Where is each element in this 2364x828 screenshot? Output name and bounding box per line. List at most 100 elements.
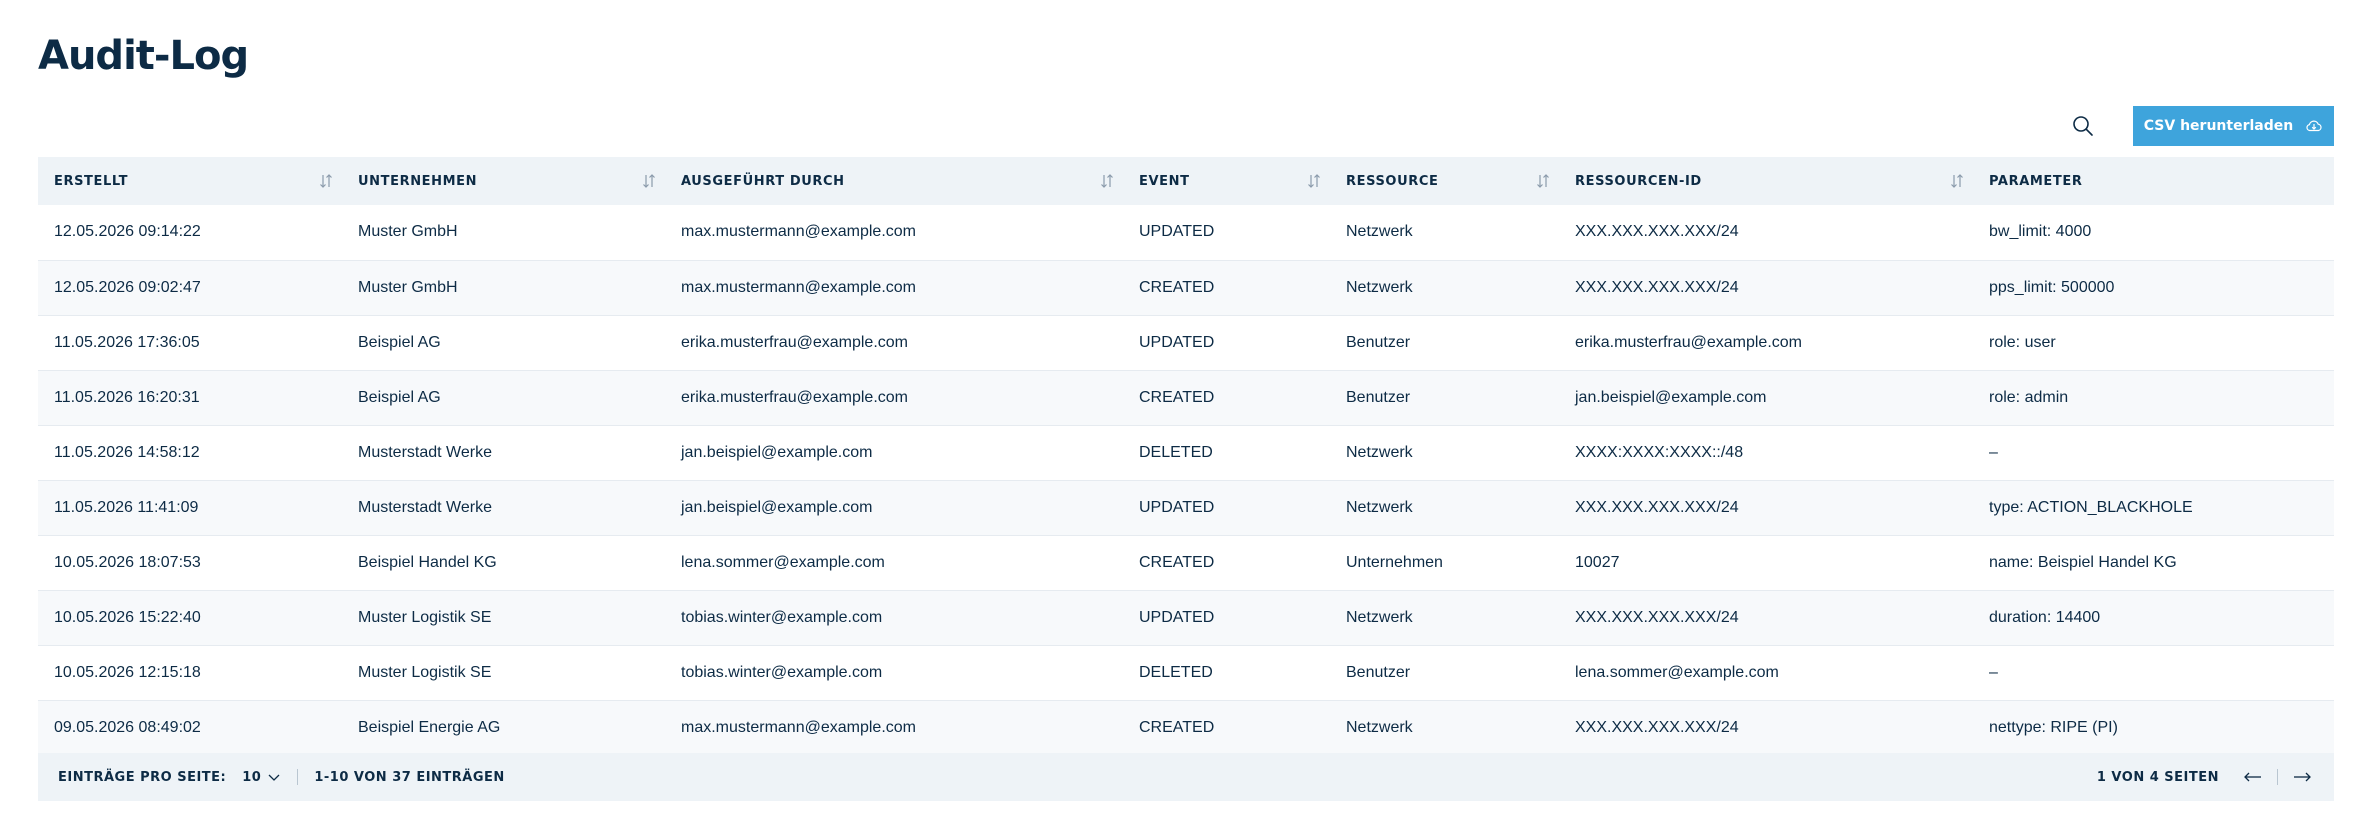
table-row: 10.05.2026 18:07:53 Beispiel Handel KG len… <box>38 535 2334 590</box>
table-row: 11.05.2026 16:20:31 Beispiel AG erika.must… <box>38 370 2334 425</box>
column-header-event[interactable]: EVENT <box>1123 157 1330 205</box>
table-row: 12.05.2026 09:02:47 Muster GmbH max.muster… <box>38 260 2334 315</box>
column-header-label: RESSOURCE <box>1346 173 1439 189</box>
csv-download-label: CSV herunterladen <box>2143 118 2294 134</box>
divider <box>297 769 299 785</box>
per-page-label: EINTRÄGE PRO SEITE: <box>58 769 227 785</box>
cell-created: 11.05.2026 14:58:12 <box>54 443 200 461</box>
cell-company: Beispiel AG <box>358 388 441 406</box>
table-row: 11.05.2026 17:36:05 Beispiel AG erika.must… <box>38 315 2334 370</box>
table-row: 09.05.2026 08:49:02 Beispiel Energie AG ma… <box>38 700 2334 755</box>
column-header-label: UNTERNEHMEN <box>358 173 478 189</box>
csv-download-button[interactable]: CSV herunterladen <box>2133 106 2334 146</box>
cell-event: UPDATED <box>1139 333 1215 351</box>
chevron-down-icon <box>268 774 280 781</box>
audit-log-table: ERSTELLT UNTERNEHMEN AUSGEFÜHRT DURCH EVENT… <box>38 157 2334 756</box>
cell-resource-id: XXX.XXX.XXX.XXX/24 <box>1575 608 1739 626</box>
column-header-label: RESSOURCEN-ID <box>1575 173 1702 189</box>
audit-log-page: Audit-Log CSV herunterladen ERSTELLT UNT… <box>0 0 2364 828</box>
audit-log-table-container: ERSTELLT UNTERNEHMEN AUSGEFÜHRT DURCH EVENT… <box>38 157 2334 756</box>
cell-executed-by: tobias.winter@example.com <box>681 608 883 626</box>
range-label: 1-10 VON 37 EINTRÄGEN <box>314 769 505 785</box>
cell-company: Muster Logistik SE <box>358 608 492 626</box>
cell-resource: Netzwerk <box>1346 278 1413 296</box>
cell-event: CREATED <box>1139 278 1215 296</box>
pages-label: 1 VON 4 SEITEN <box>2096 769 2219 785</box>
cell-resource: Netzwerk <box>1346 443 1413 461</box>
table-row: 10.05.2026 15:22:40 Muster Logistik SE tob… <box>38 590 2334 645</box>
cell-created: 12.05.2026 09:02:47 <box>54 278 201 296</box>
table-header-row: ERSTELLT UNTERNEHMEN AUSGEFÜHRT DURCH EVENT… <box>38 157 2334 205</box>
cloud-download-icon <box>2306 120 2322 132</box>
sort-icon[interactable] <box>641 172 657 190</box>
cell-resource-id: 10027 <box>1575 553 1620 571</box>
cell-resource-id: erika.musterfrau@example.com <box>1575 333 1802 351</box>
column-header-label: ERSTELLT <box>54 173 129 189</box>
cell-event: CREATED <box>1139 718 1215 736</box>
cell-parameter: role: user <box>1989 333 2056 351</box>
cell-executed-by: erika.musterfrau@example.com <box>681 333 908 351</box>
cell-company: Musterstadt Werke <box>358 498 492 516</box>
sort-icon[interactable] <box>1949 172 1965 190</box>
sort-icon[interactable] <box>318 172 334 190</box>
cell-company: Beispiel Energie AG <box>358 718 501 736</box>
cell-parameter: duration: 14400 <box>1989 608 2101 626</box>
cell-parameter: – <box>1989 663 1998 681</box>
prev-page-button[interactable] <box>2239 763 2267 791</box>
cell-created: 10.05.2026 15:22:40 <box>54 608 201 626</box>
divider <box>2277 769 2278 785</box>
column-header-executed-by[interactable]: AUSGEFÜHRT DURCH <box>665 157 1123 205</box>
cell-resource-id: XXX.XXX.XXX.XXX/24 <box>1575 718 1739 736</box>
cell-created: 10.05.2026 12:15:18 <box>54 663 201 681</box>
cell-created: 10.05.2026 18:07:53 <box>54 553 201 571</box>
cell-resource: Benutzer <box>1346 663 1411 681</box>
column-header-created[interactable]: ERSTELLT <box>38 157 342 205</box>
cell-event: CREATED <box>1139 388 1215 406</box>
cell-resource-id: lena.sommer@example.com <box>1575 663 1779 681</box>
cell-created: 11.05.2026 11:41:09 <box>54 498 199 516</box>
cell-resource: Netzwerk <box>1346 498 1413 516</box>
search-button[interactable] <box>2063 106 2103 146</box>
cell-resource: Netzwerk <box>1346 223 1413 241</box>
page-title: Audit-Log <box>38 33 249 79</box>
cell-event: CREATED <box>1139 553 1215 571</box>
cell-event: DELETED <box>1139 443 1213 461</box>
cell-resource-id: XXX.XXX.XXX.XXX/24 <box>1575 223 1739 241</box>
table-row: 11.05.2026 11:41:09 Musterstadt Werke jan.… <box>38 480 2334 535</box>
cell-executed-by: tobias.winter@example.com <box>681 663 883 681</box>
cell-executed-by: max.mustermann@example.com <box>681 278 916 296</box>
per-page-select[interactable]: 10 <box>242 770 281 785</box>
cell-resource-id: XXX.XXX.XXX.XXX/24 <box>1575 498 1739 516</box>
cell-parameter: type: ACTION_BLACKHOLE <box>1989 498 2193 516</box>
per-page-value: 10 <box>242 769 262 785</box>
cell-created: 12.05.2026 09:14:22 <box>54 223 201 241</box>
sort-icon[interactable] <box>1099 172 1115 190</box>
column-header-resource[interactable]: RESSOURCE <box>1330 157 1559 205</box>
column-header-label: EVENT <box>1139 173 1190 189</box>
cell-executed-by: erika.musterfrau@example.com <box>681 388 908 406</box>
sort-icon[interactable] <box>1306 172 1322 190</box>
cell-event: UPDATED <box>1139 223 1215 241</box>
table-row: 10.05.2026 12:15:18 Muster Logistik SE tob… <box>38 645 2334 700</box>
table-row: 12.05.2026 09:14:22 Muster GmbH max.muster… <box>38 205 2334 260</box>
column-header-company[interactable]: UNTERNEHMEN <box>342 157 665 205</box>
cell-executed-by: max.mustermann@example.com <box>681 223 916 241</box>
cell-parameter: bw_limit: 4000 <box>1989 223 2092 241</box>
cell-executed-by: max.mustermann@example.com <box>681 718 916 736</box>
sort-icon[interactable] <box>1535 172 1551 190</box>
cell-executed-by: jan.beispiel@example.com <box>681 443 873 461</box>
cell-resource: Benutzer <box>1346 388 1411 406</box>
cell-parameter: nettype: RIPE (PI) <box>1989 718 2118 736</box>
next-page-button[interactable] <box>2288 763 2316 791</box>
cell-created: 11.05.2026 16:20:31 <box>54 388 200 406</box>
column-header-resource-id[interactable]: RESSOURCEN-ID <box>1559 157 1973 205</box>
cell-company: Musterstadt Werke <box>358 443 492 461</box>
cell-event: DELETED <box>1139 663 1213 681</box>
cell-executed-by: lena.sommer@example.com <box>681 553 885 571</box>
cell-resource-id: XXX.XXX.XXX.XXX/24 <box>1575 278 1739 296</box>
cell-company: Muster GmbH <box>358 278 458 296</box>
column-header-label: AUSGEFÜHRT DURCH <box>681 173 845 189</box>
column-header-parameter: PARAMETER <box>1973 157 2334 205</box>
cell-parameter: pps_limit: 500000 <box>1989 278 2115 296</box>
cell-event: UPDATED <box>1139 608 1215 626</box>
